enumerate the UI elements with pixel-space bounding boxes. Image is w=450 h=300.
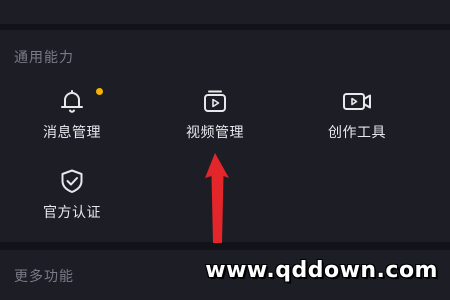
video-management-label: 视频管理: [186, 125, 244, 141]
bell-icon: [59, 88, 85, 114]
video-management-item[interactable]: 视频管理: [165, 88, 265, 148]
top-strip: [0, 0, 450, 24]
official-verification-label: 官方认证: [43, 205, 101, 221]
creation-tools-label: 创作工具: [328, 125, 386, 141]
creation-tools-item[interactable]: 创作工具: [307, 88, 407, 148]
watermark: www.qddown.com: [205, 258, 438, 283]
video-folder-icon: [202, 88, 228, 114]
notification-dot: [96, 88, 103, 95]
screen: 通用能力 消息管理 视频管理 创作工具 官方认证 更多功能 www.qddown…: [0, 0, 450, 300]
messages-management-item[interactable]: 消息管理: [22, 88, 122, 148]
camera-icon: [342, 88, 372, 114]
more-features-title: 更多功能: [14, 269, 74, 285]
shield-check-icon: [59, 168, 85, 194]
official-verification-item[interactable]: 官方认证: [22, 168, 122, 228]
section-title: 通用能力: [14, 50, 74, 66]
messages-management-label: 消息管理: [43, 125, 101, 141]
divider: [0, 242, 450, 250]
